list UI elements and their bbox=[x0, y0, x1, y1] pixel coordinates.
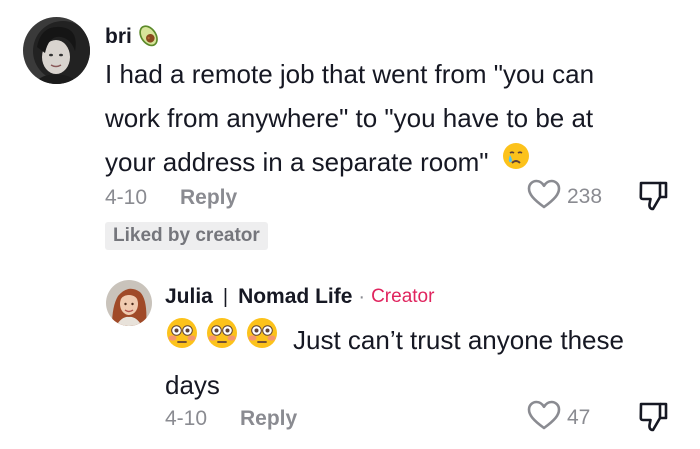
reply-text: Just can’t trust anyone these days bbox=[165, 316, 685, 407]
reply-username[interactable]: Julia bbox=[165, 285, 213, 309]
flushed-face-icon bbox=[205, 316, 239, 363]
comment-date: 4-10 bbox=[105, 186, 148, 209]
avocado-icon bbox=[134, 22, 162, 53]
flushed-face-icon bbox=[245, 316, 279, 363]
thumbs-down-icon bbox=[638, 181, 668, 216]
comment-header: bri bbox=[105, 22, 162, 52]
avatar-julia[interactable] bbox=[106, 280, 152, 326]
reply-header: Julia | Nomad Life · Creator bbox=[165, 283, 434, 311]
name-separator: | bbox=[222, 285, 229, 308]
sad-tear-face-icon bbox=[501, 140, 531, 184]
reply-reply-button[interactable]: Reply bbox=[240, 407, 297, 431]
reply-like-button[interactable]: 47 bbox=[527, 400, 590, 436]
comment-text-line: your address in a separate room" bbox=[105, 147, 489, 177]
heart-icon bbox=[527, 179, 561, 215]
comment-reply-button[interactable]: Reply bbox=[180, 186, 237, 210]
reply-text-line: days bbox=[165, 370, 220, 400]
reply-text-line-1: Just can’t trust anyone these bbox=[165, 316, 685, 363]
comment-username[interactable]: bri bbox=[105, 25, 132, 49]
flushed-face-icon bbox=[165, 316, 199, 363]
comment-text-line: I had a remote job that went from "you c… bbox=[105, 59, 595, 89]
comment-dislike-button[interactable] bbox=[638, 180, 668, 217]
creator-badge: Creator bbox=[371, 286, 435, 307]
heart-icon bbox=[527, 400, 561, 436]
comment-like-count: 238 bbox=[567, 185, 603, 208]
reply-text-line: Just can’t trust anyone these bbox=[293, 324, 624, 355]
comment-text: I had a remote job that went from "you c… bbox=[105, 52, 685, 184]
reply-date: 4-10 bbox=[165, 407, 208, 430]
comment-text-line: work from anywhere" to "you have to be a… bbox=[105, 103, 594, 133]
avatar-bri[interactable] bbox=[23, 17, 90, 84]
reply-like-count: 47 bbox=[567, 406, 591, 429]
liked-by-creator-badge: Liked by creator bbox=[105, 222, 268, 250]
role-separator-dot: · bbox=[358, 285, 366, 308]
reply-dislike-button[interactable] bbox=[638, 401, 668, 438]
comment-text-line-3: your address in a separate room" bbox=[105, 140, 685, 184]
thumbs-down-icon bbox=[638, 402, 668, 437]
comment-like-button[interactable]: 238 bbox=[527, 179, 602, 215]
reply-channel-name[interactable]: Nomad Life bbox=[238, 285, 352, 309]
